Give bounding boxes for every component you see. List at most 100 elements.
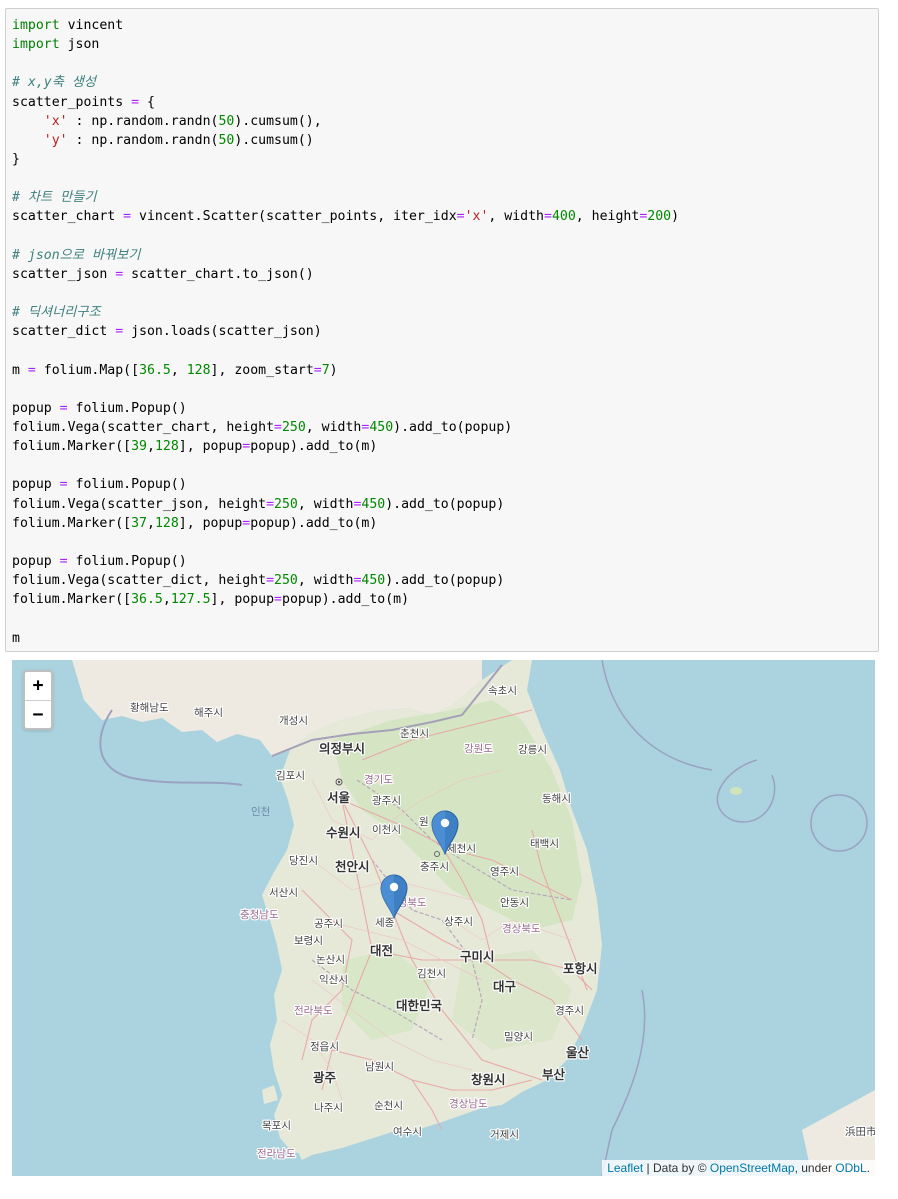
map-label: 김천시 bbox=[417, 968, 446, 980]
code-line: 'y' : np.random.randn(50).cumsum() bbox=[43, 132, 314, 148]
map-label: 대전 bbox=[370, 943, 393, 958]
odbl-link[interactable]: ODbL bbox=[835, 1161, 866, 1175]
attribution-text: . bbox=[866, 1161, 870, 1175]
code-comment: # json으로 바꿔보기 bbox=[12, 247, 141, 263]
map-label: 동해시 bbox=[542, 792, 571, 805]
code-line: folium.Vega(scatter_json, height=250, wi… bbox=[12, 496, 505, 512]
code-line: popup = folium.Popup() bbox=[12, 553, 187, 569]
code-line: 'x' : np.random.randn(50).cumsum(), bbox=[43, 113, 322, 129]
openstreetmap-link[interactable]: OpenStreetMap bbox=[710, 1161, 795, 1175]
map-label: 당진시 bbox=[289, 855, 318, 867]
map-label: 안동시 bbox=[500, 897, 529, 909]
map-label: 남원시 bbox=[365, 1061, 394, 1073]
code-line: folium.Marker([36.5,127.5], popup=popup)… bbox=[12, 592, 410, 608]
map-label: 원 bbox=[419, 816, 429, 828]
map-label: 밀양시 bbox=[504, 1031, 533, 1043]
attribution-text: | Data by © bbox=[643, 1161, 710, 1175]
code-editor[interactable]: import vincent import json # x,y축 생성 scatt… bbox=[12, 16, 679, 648]
map-label: 경기도 bbox=[364, 773, 393, 786]
map-label: 거제시 bbox=[490, 1129, 519, 1141]
map-label: 서울 bbox=[327, 790, 351, 805]
map-label: 천안시 bbox=[335, 859, 370, 874]
code-line: scatter_json = scatter_chart.to_json() bbox=[12, 266, 314, 282]
map-label: 부산 bbox=[542, 1067, 566, 1082]
map-label: 충청남도 bbox=[240, 909, 279, 921]
code-line: popup = folium.Popup() bbox=[12, 400, 187, 416]
map-label: 김포시 bbox=[276, 770, 305, 782]
map-label: 공주시 bbox=[314, 918, 343, 930]
code-line: } bbox=[12, 151, 20, 167]
map-label: 순천시 bbox=[374, 1100, 403, 1112]
map-label: 구미시 bbox=[460, 949, 495, 964]
zoom-out-button[interactable]: − bbox=[25, 701, 51, 728]
code-line: folium.Vega(scatter_dict, height=250, wi… bbox=[12, 573, 505, 589]
code-line: folium.Marker([37,128], popup=popup).add… bbox=[12, 515, 378, 531]
map-label: 경상남도 bbox=[449, 1097, 488, 1110]
map-label: 대한민국 bbox=[396, 998, 443, 1013]
map-label: 상주시 bbox=[444, 916, 473, 928]
code-line: m = folium.Map([36.5, 128], zoom_start=7… bbox=[12, 362, 338, 378]
attribution-text: , under bbox=[794, 1161, 836, 1175]
map-label: 창원시 bbox=[471, 1072, 506, 1087]
map-label: 나주시 bbox=[314, 1102, 343, 1114]
code-line: popup = folium.Popup() bbox=[12, 477, 187, 493]
code-comment: # 차트 만들기 bbox=[12, 190, 97, 206]
map-label: 서산시 bbox=[269, 887, 298, 899]
map-label: 전라북도 bbox=[294, 1005, 333, 1017]
map-label: 황해남도 bbox=[130, 701, 169, 714]
code-line: folium.Vega(scatter_chart, height=250, w… bbox=[12, 419, 513, 435]
map-attribution: Leaflet | Data by © OpenStreetMap, under… bbox=[602, 1160, 875, 1176]
code-line: folium.Marker([39,128], popup=popup).add… bbox=[12, 439, 378, 455]
code-line: scatter_points = { bbox=[12, 94, 155, 110]
map-label: 광주 bbox=[313, 1070, 337, 1085]
map-label: 익산시 bbox=[319, 974, 348, 986]
map-label: 보령시 bbox=[294, 935, 323, 947]
map-label: 이천시 bbox=[372, 824, 401, 836]
map-label: 광주시 bbox=[372, 795, 401, 807]
map-tiles: 황해남도 해주시 개성시 속초시 춘천시 강원도 강릉시 의정부시 김포시 경기… bbox=[12, 660, 875, 1176]
map-label: 해주시 bbox=[194, 706, 223, 719]
map-label: 영주시 bbox=[490, 866, 519, 878]
map-label: 정읍시 bbox=[310, 1041, 339, 1053]
code-line: scatter_dict = json.loads(scatter_json) bbox=[12, 324, 322, 340]
map-label: 속초시 bbox=[488, 685, 517, 697]
map-marker-pin-icon[interactable] bbox=[379, 873, 409, 919]
map-label: 경상북도 bbox=[502, 922, 541, 935]
map-label: 태백시 bbox=[530, 838, 559, 850]
leaflet-link[interactable]: Leaflet bbox=[607, 1161, 643, 1175]
zoom-control: + − bbox=[23, 670, 53, 730]
map-label: 여수시 bbox=[393, 1126, 422, 1138]
map-label: 대구 bbox=[493, 979, 517, 994]
map-label: 논산시 bbox=[316, 954, 345, 966]
folium-map[interactable]: 황해남도 해주시 개성시 속초시 춘천시 강원도 강릉시 의정부시 김포시 경기… bbox=[12, 660, 875, 1176]
map-label: 경주시 bbox=[555, 1004, 584, 1017]
map-label: 울산 bbox=[566, 1045, 590, 1060]
code-line: import vincent bbox=[12, 18, 124, 33]
map-label: 충주시 bbox=[420, 861, 449, 873]
code-cell-input[interactable]: import vincent import json # x,y축 생성 scatt… bbox=[5, 8, 879, 652]
map-label: 개성시 bbox=[279, 715, 308, 727]
map-label: 강원도 bbox=[464, 743, 493, 755]
code-comment: # x,y축 생성 bbox=[12, 75, 97, 91]
map-label: 浜田市 bbox=[845, 1125, 875, 1138]
code-line: import json bbox=[12, 37, 100, 53]
zoom-in-button[interactable]: + bbox=[25, 672, 51, 701]
map-label: 전라남도 bbox=[257, 1148, 296, 1160]
code-line: m bbox=[12, 630, 20, 646]
map-marker-pin-icon[interactable] bbox=[430, 809, 460, 855]
map-label: 인천 bbox=[251, 806, 270, 818]
code-line: scatter_chart = vincent.Scatter(scatter_… bbox=[12, 209, 680, 225]
map-label: 춘천시 bbox=[400, 728, 429, 740]
code-comment: # 딕셔너리구조 bbox=[12, 305, 101, 321]
map-label: 목포시 bbox=[262, 1120, 291, 1132]
map-label: 포항시 bbox=[563, 961, 598, 976]
